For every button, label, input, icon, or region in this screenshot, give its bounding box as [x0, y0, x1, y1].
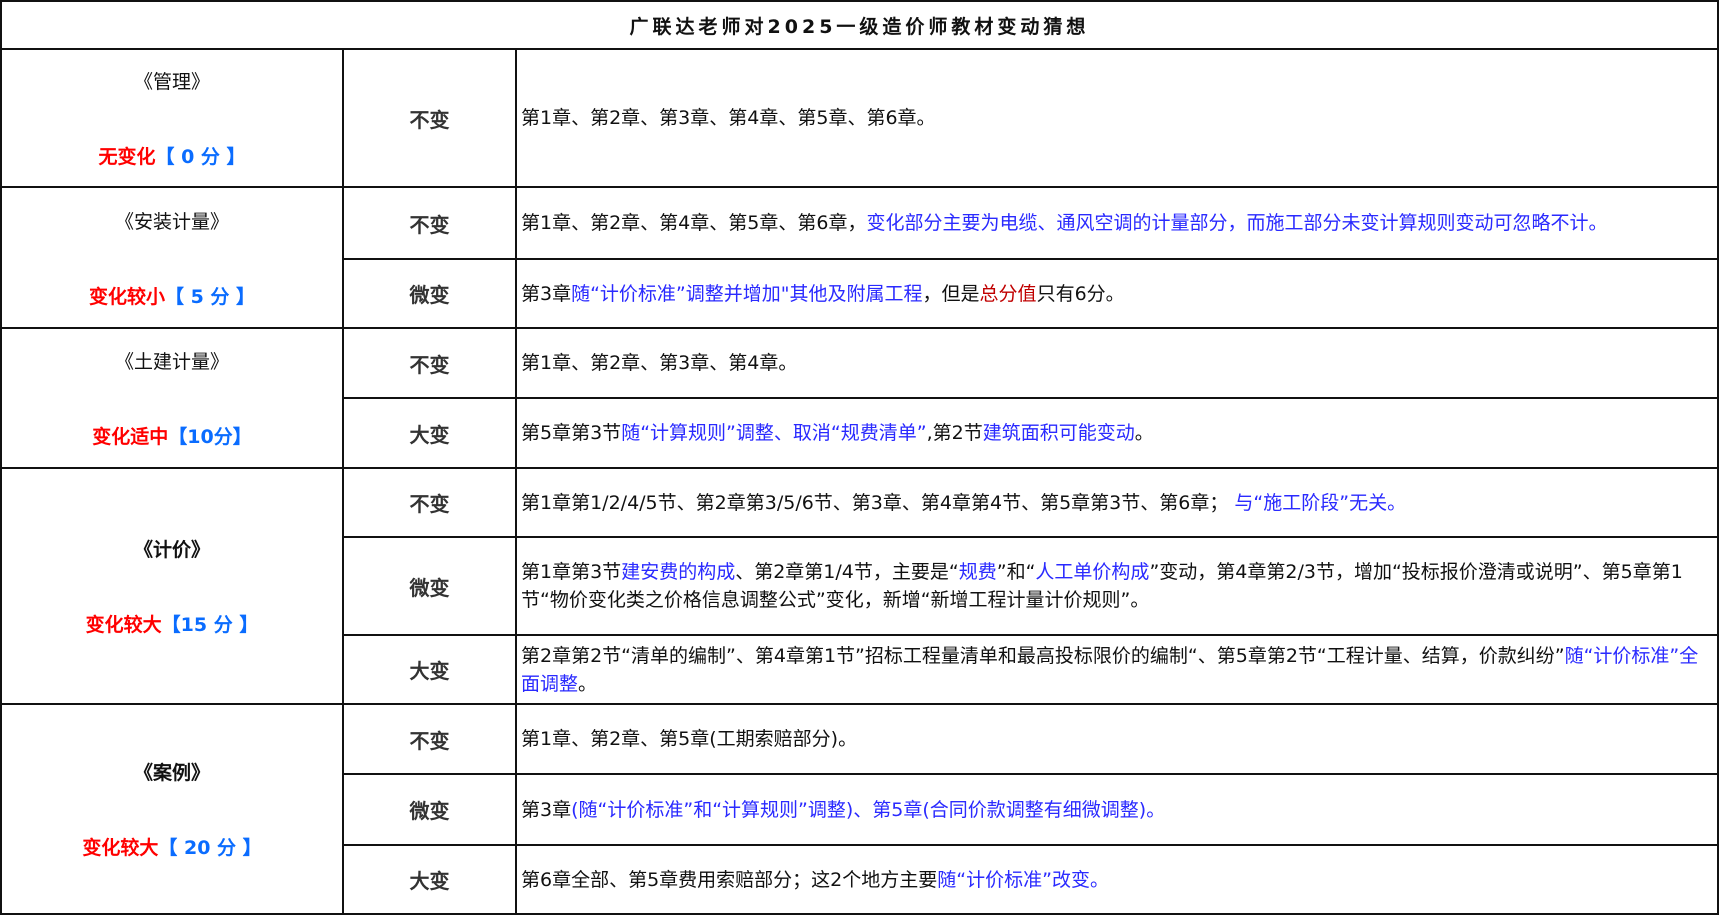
- title-row: 广联达老师对2025一级造价师教材变动猜想: [0, 0, 1719, 50]
- content-segment: 。: [578, 673, 598, 695]
- content-segment: 第1章第1/2/4/5节、第2章第3/5/6节、第3章、第4章第4节、第5章第3…: [521, 491, 1229, 514]
- change-content: 第1章第1/2/4/5节、第2章第3/5/6节、第3章、第4章第4节、第5章第3…: [515, 467, 1719, 538]
- subject-block: 《案例》变化较大【 20 分 】: [2, 758, 342, 860]
- content-segment: 第3章: [521, 282, 572, 305]
- change-level: 微变: [342, 536, 517, 636]
- score-level: 变化较大: [82, 837, 159, 859]
- change-content: 第1章、第2章、第5章(工期索赔部分)。: [515, 703, 1719, 775]
- change-level: 不变: [342, 703, 517, 775]
- subject-block: 《管理》无变化【 0 分 】: [2, 67, 342, 169]
- score-points: 【 5 分 】: [164, 285, 256, 308]
- change-content: 第1章、第2章、第3章、第4章。: [515, 327, 1719, 399]
- score-label: 变化较大【15 分 】: [86, 610, 259, 637]
- subject-name: 《案例》: [133, 762, 210, 784]
- change-content: 第5章第3节随“计算规则”调整、取消“规费清单”,第2节建筑面积可能变动。: [515, 397, 1719, 469]
- score-level: 变化适中: [92, 426, 169, 448]
- table-row: 《管理》 无变化【 0 分 】不变 第1章、第2章、第3章、第4章、第5章、第6章。: [0, 48, 1719, 188]
- subject-cell: 《安装计量》变化较小【 5 分 】: [0, 186, 344, 329]
- content-segment: 变化部分主要为电缆、通风空调的计量部分，而施工部分未变计算规则变动可忽略不计。: [866, 212, 1608, 234]
- subject-name: 《计价》: [133, 539, 210, 561]
- subject-cell: 《案例》变化较大【 20 分 】: [0, 703, 344, 915]
- change-level: 不变: [342, 467, 517, 538]
- score-points: 【15 分 】: [161, 614, 259, 636]
- score-label: 变化较小【 5 分 】: [89, 282, 255, 309]
- change-content: 第6章全部、第5章费用索赔部分；这2个地方主要随“计价标准”改变。: [515, 844, 1719, 915]
- subject-block: 《土建计量》变化适中【10分】: [2, 347, 342, 449]
- change-level: 大变: [342, 844, 517, 915]
- content-segment: 规费: [958, 561, 997, 583]
- table-row: 《安装计量》 变化较小【 5 分 】不变 第1章、第2章、第4章、第5章、第6章，变…: [0, 186, 1719, 329]
- change-content: 第1章、第2章、第3章、第4章、第5章、第6章。: [515, 48, 1719, 188]
- change-level: 大变: [342, 634, 517, 705]
- score-label: 无变化【 0 分 】: [98, 142, 245, 169]
- score-points: 【10分】: [168, 426, 252, 448]
- change-level: 微变: [342, 773, 517, 846]
- table-title: 广联达老师对2025一级造价师教材变动猜想: [0, 0, 1719, 50]
- content-segment: 第1章、第2章、第5章(工期索赔部分)。: [521, 728, 858, 750]
- change-level: 不变: [342, 327, 517, 399]
- score-label: 变化适中【10分】: [92, 422, 251, 449]
- content-segment: ”和“: [996, 561, 1036, 583]
- content-segment: 第1章、第2章、第3章、第4章、第5章、第6章。: [521, 107, 936, 129]
- change-content: 第2章第2节“清单的编制”、第4章第1节”招标工程量清单和最高投标限价的编制“、…: [515, 634, 1719, 705]
- change-level: 不变: [342, 186, 517, 260]
- content-segment: 第1章、第2章、第4章、第5章、第6章，: [521, 212, 867, 234]
- content-segment: 第6章全部、第5章费用索赔部分；这2个地方主要: [521, 868, 938, 891]
- content-segment: 随“计算规则”调整、取消“规费清单”: [621, 422, 927, 444]
- content-segment: 、第2章第1/4节，主要是“: [735, 561, 959, 583]
- change-level: 微变: [342, 258, 517, 329]
- subject-block: 《安装计量》变化较小【 5 分 】: [2, 207, 342, 309]
- textbook-change-table: 广联达老师对2025一级造价师教材变动猜想 《管理》 无变化【 0 分 】不变 第1…: [0, 0, 1719, 915]
- subject-name: 《土建计量》: [114, 351, 229, 373]
- subject-name: 《管理》: [133, 71, 210, 93]
- subject-cell: 《管理》无变化【 0 分 】: [0, 48, 344, 188]
- content-segment: 与“施工阶段”无关。: [1228, 491, 1407, 514]
- table-row: 《案例》 变化较大【 20 分 】不变 第1章、第2章、第5章(工期索赔部分)。: [0, 703, 1719, 915]
- content-segment: ,第2节: [926, 422, 983, 444]
- content-segment: 建安费的构成: [621, 561, 736, 583]
- content-segment: 第2章第2节“清单的编制”、第4章第1节”招标工程量清单和最高投标限价的编制“、…: [521, 645, 1565, 667]
- content-segment: (随“计价标准”和“计算规则”调整)、第5章(合同价款调整有细微调整)。: [571, 798, 1166, 821]
- subject-cell: 《计价》变化较大【15 分 】: [0, 467, 344, 705]
- subject-cell: 《土建计量》变化适中【10分】: [0, 327, 344, 469]
- score-label: 变化较大【 20 分 】: [82, 833, 261, 860]
- score-points: 【 20 分 】: [158, 837, 262, 859]
- change-level: 不变: [342, 48, 517, 188]
- content-segment: 第5章第3节: [521, 422, 622, 444]
- change-content: 第1章第3节建安费的构成、第2章第1/4节，主要是“规费”和“人工单价构成”变动…: [515, 536, 1719, 636]
- change-content: 第1章、第2章、第4章、第5章、第6章，变化部分主要为电缆、通风空调的计量部分，…: [515, 186, 1719, 260]
- content-segment: 随“计价标准”改变。: [937, 868, 1109, 891]
- score-level: 变化较小: [88, 285, 165, 308]
- content-segment: 。: [1134, 422, 1154, 444]
- table-row: 《计价》 变化较大【15 分 】不变 第1章第1/2/4/5节、第2章第3/5/6节…: [0, 467, 1719, 705]
- content-segment: 只有6分。: [1036, 282, 1125, 305]
- content-segment: 第1章、第2章、第3章、第4章。: [521, 352, 798, 374]
- content-segment: 随“计价标准”调整并增加"其他及附属工程: [571, 282, 923, 305]
- table-row: 《土建计量》 变化适中【10分】 不变 第1章、第2章、第3章、第4章。: [0, 327, 1719, 469]
- subject-block: 《计价》变化较大【15 分 】: [2, 535, 342, 637]
- content-segment: ，但是: [922, 282, 980, 305]
- change-content: 第3章(随“计价标准”和“计算规则”调整)、第5章(合同价款调整有细微调整)。: [515, 773, 1719, 846]
- change-content: 第3章随“计价标准”调整并增加"其他及附属工程，但是总分值只有6分。: [515, 258, 1719, 329]
- content-segment: 总分值: [979, 282, 1037, 305]
- content-segment: 第1章第3节: [521, 561, 622, 583]
- subject-name: 《安装计量》: [114, 210, 229, 233]
- score-level: 变化较大: [85, 614, 162, 636]
- content-segment: 第3章: [521, 798, 572, 821]
- content-segment: 建筑面积可能变动: [982, 422, 1135, 444]
- change-level: 大变: [342, 397, 517, 469]
- score-level: 无变化: [98, 146, 156, 168]
- score-points: 【 0 分 】: [155, 146, 246, 168]
- content-segment: 人工单价构成: [1035, 561, 1150, 583]
